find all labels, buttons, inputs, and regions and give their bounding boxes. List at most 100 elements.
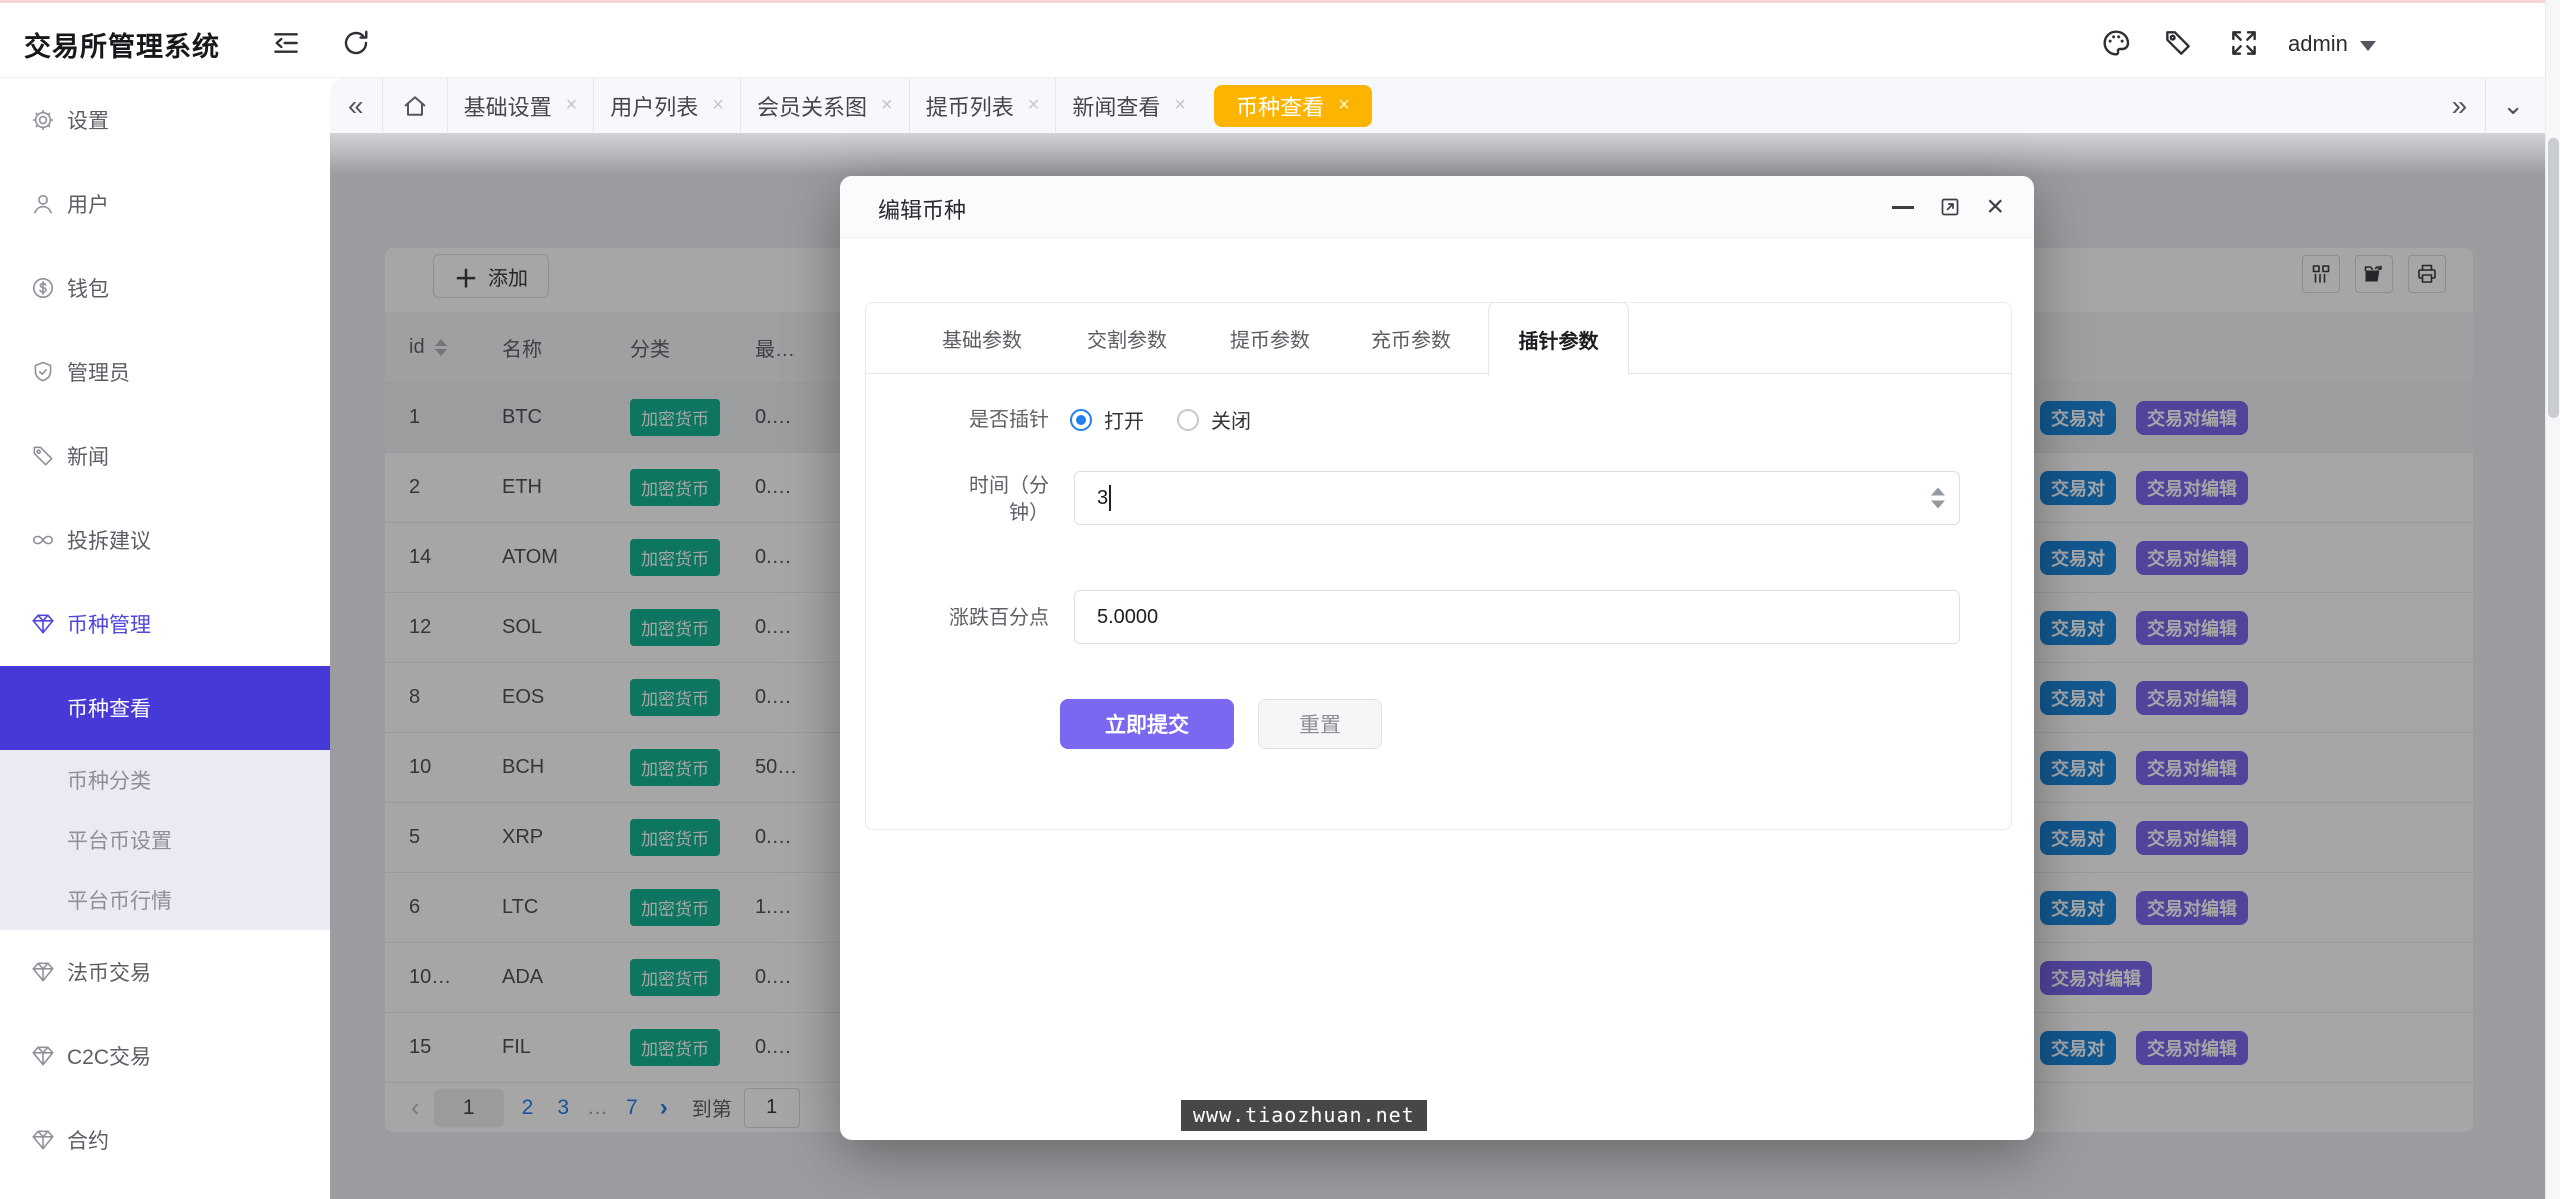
- palette-icon[interactable]: [2100, 27, 2132, 59]
- modal-controls: ×: [1892, 176, 2004, 238]
- menu-fold-icon[interactable]: [270, 27, 302, 59]
- percent-input[interactable]: 5.0000: [1074, 590, 1960, 644]
- modal-header: 编辑币种 ×: [840, 176, 2034, 238]
- refresh-icon[interactable]: [340, 27, 372, 59]
- scrollbar-thumb[interactable]: [2548, 138, 2559, 418]
- modal-title: 编辑币种: [878, 193, 966, 225]
- sidebar-item-法币交易[interactable]: 法币交易: [0, 930, 330, 1014]
- sidebar-item-新闻[interactable]: 新闻: [0, 414, 330, 498]
- caret-down-icon: [2360, 41, 2376, 51]
- modal-tab-充币参数[interactable]: 充币参数: [1371, 303, 1451, 374]
- tab-基础设置[interactable]: 基础设置 ×: [448, 78, 594, 133]
- sidebar-item-管理员[interactable]: 管理员: [0, 330, 330, 414]
- gem-icon: [30, 1127, 56, 1153]
- sidebar-item-合约[interactable]: 合约: [0, 1098, 330, 1182]
- sidebar-item-label: C2C交易: [67, 1041, 151, 1071]
- home-icon[interactable]: [401, 92, 429, 120]
- sidebar-item-label: 用户: [67, 189, 109, 219]
- close-icon[interactable]: ×: [1986, 192, 2004, 222]
- tab-会员关系图[interactable]: 会员关系图 ×: [741, 78, 909, 133]
- time-input[interactable]: 3: [1074, 471, 1960, 525]
- pin-label: 是否插针: [866, 407, 1049, 434]
- sidebar-item-币种管理[interactable]: 币种管理: [0, 582, 330, 666]
- modal-tab-提币参数[interactable]: 提币参数: [1230, 303, 1310, 374]
- user-menu[interactable]: admin: [2288, 27, 2376, 61]
- modal-tab-插针参数[interactable]: 插针参数: [1488, 302, 1629, 375]
- tab-label: 新闻查看: [1072, 90, 1160, 122]
- tab-label: 用户列表: [610, 90, 698, 122]
- shield-icon: [30, 359, 56, 385]
- modal-form-card: 基础参数交割参数提币参数充币参数插针参数 是否插针 打开关闭 时间（分钟） 3 …: [865, 302, 2012, 830]
- tab-提币列表[interactable]: 提币列表 ×: [910, 78, 1056, 133]
- time-label: 时间（分钟）: [866, 473, 1049, 527]
- radio-label[interactable]: 关闭: [1211, 405, 1251, 434]
- app-title: 交易所管理系统: [24, 25, 220, 64]
- tabbar-right-controls: »⌄: [2434, 78, 2540, 133]
- sidebar-item-钱包[interactable]: 钱包: [0, 246, 330, 330]
- radio-打开[interactable]: [1070, 409, 1092, 431]
- sidebar-item-C2C交易[interactable]: C2C交易: [0, 1014, 330, 1098]
- sidebar-item-label: 新闻: [67, 441, 109, 471]
- modal-tab-基础参数[interactable]: 基础参数: [942, 303, 1022, 374]
- tabs-scroll-left[interactable]: «: [330, 78, 382, 133]
- sidebar-item-label: 法币交易: [67, 957, 151, 987]
- tab-新闻查看[interactable]: 新闻查看 ×: [1056, 78, 1202, 133]
- sidebar: 设置用户钱包管理员新闻投拆建议币种管理币种查看币种分类平台币设置平台币行情法币交…: [0, 78, 330, 1199]
- tab-label: 币种查看: [1236, 90, 1324, 122]
- sidebar-item-label: 管理员: [67, 357, 130, 387]
- tab-close-icon[interactable]: ×: [1174, 94, 1186, 117]
- radio-label[interactable]: 打开: [1104, 405, 1144, 434]
- user-icon: [30, 191, 56, 217]
- scrollbar: [2545, 0, 2560, 1199]
- sidebar-item-label: 钱包: [67, 273, 109, 303]
- sidebar-item-设置[interactable]: 设置: [0, 78, 330, 162]
- tab-label: 提币列表: [926, 90, 1014, 122]
- radio-关闭[interactable]: [1177, 409, 1199, 431]
- reset-button[interactable]: 重置: [1258, 699, 1382, 749]
- app-header: 交易所管理系统 admin: [0, 3, 2560, 78]
- minimize-icon[interactable]: [1892, 206, 1914, 209]
- sidebar-item-label: 币种管理: [67, 609, 151, 639]
- sidebar-item-用户[interactable]: 用户: [0, 162, 330, 246]
- number-spinner[interactable]: [1931, 488, 1945, 509]
- tab-close-icon[interactable]: ×: [1338, 94, 1350, 117]
- sidebar-item-投拆建议[interactable]: 投拆建议: [0, 498, 330, 582]
- tab-label: 会员关系图: [757, 90, 867, 122]
- modal-tabs: 基础参数交割参数提币参数充币参数插针参数: [866, 303, 2011, 374]
- maximize-icon[interactable]: [1938, 195, 1962, 219]
- tab-close-icon[interactable]: ×: [1028, 94, 1040, 117]
- watermark: www.tiaozhuan.net: [1181, 1100, 1427, 1131]
- sidebar-subitem-平台币设置[interactable]: 平台币设置: [0, 810, 330, 870]
- sidebar-subitem-币种查看[interactable]: 币种查看: [0, 666, 330, 750]
- percent-label: 涨跌百分点: [866, 605, 1049, 632]
- submit-button[interactable]: 立即提交: [1060, 699, 1234, 749]
- gem-icon: [30, 959, 56, 985]
- screen: 交易所管理系统 admin 设置用户钱包管理员新闻投拆建议币种管理币种查看币种分…: [0, 0, 2560, 1199]
- gem-icon: [30, 611, 56, 637]
- tab-用户列表[interactable]: 用户列表 ×: [594, 78, 740, 133]
- pin-radio-group: 打开 关闭: [1070, 405, 1251, 434]
- fullscreen-icon[interactable]: [2228, 27, 2260, 59]
- gem-icon: [30, 1043, 56, 1069]
- tabs-menu-chevron-icon[interactable]: ⌄: [2486, 90, 2540, 121]
- dollar-icon: [30, 275, 56, 301]
- tab-label: 基础设置: [464, 90, 552, 122]
- tag-icon[interactable]: [2162, 27, 2194, 59]
- tab-币种查看[interactable]: 币种查看 ×: [1214, 85, 1372, 127]
- sidebar-subitem-币种分类[interactable]: 币种分类: [0, 750, 330, 810]
- text-caret: [1109, 485, 1111, 511]
- tab-close-icon[interactable]: ×: [566, 94, 578, 117]
- tab-divider: [382, 78, 383, 133]
- tabbar: « 基础设置 × 用户列表 × 会员关系图 × 提币列表 × 新闻查看 × 币种查看 × »⌄: [330, 78, 2560, 133]
- sidebar-subitem-平台币行情[interactable]: 平台币行情: [0, 870, 330, 930]
- user-name: admin: [2288, 31, 2348, 57]
- tab-close-icon[interactable]: ×: [712, 94, 724, 117]
- modal-tab-交割参数[interactable]: 交割参数: [1087, 303, 1167, 374]
- sidebar-submenu: 币种查看币种分类平台币设置平台币行情: [0, 666, 330, 930]
- sidebar-item-label: 设置: [67, 105, 109, 135]
- tabs-scroll-right[interactable]: »: [2434, 78, 2486, 133]
- edit-coin-modal: 编辑币种 × 基础参数交割参数提币参数充币参数插针参数 是否插针 打开 关闭 时间…: [840, 176, 2034, 1140]
- tag-icon: [30, 443, 56, 469]
- gear-icon: [30, 107, 56, 133]
- tab-close-icon[interactable]: ×: [881, 94, 893, 117]
